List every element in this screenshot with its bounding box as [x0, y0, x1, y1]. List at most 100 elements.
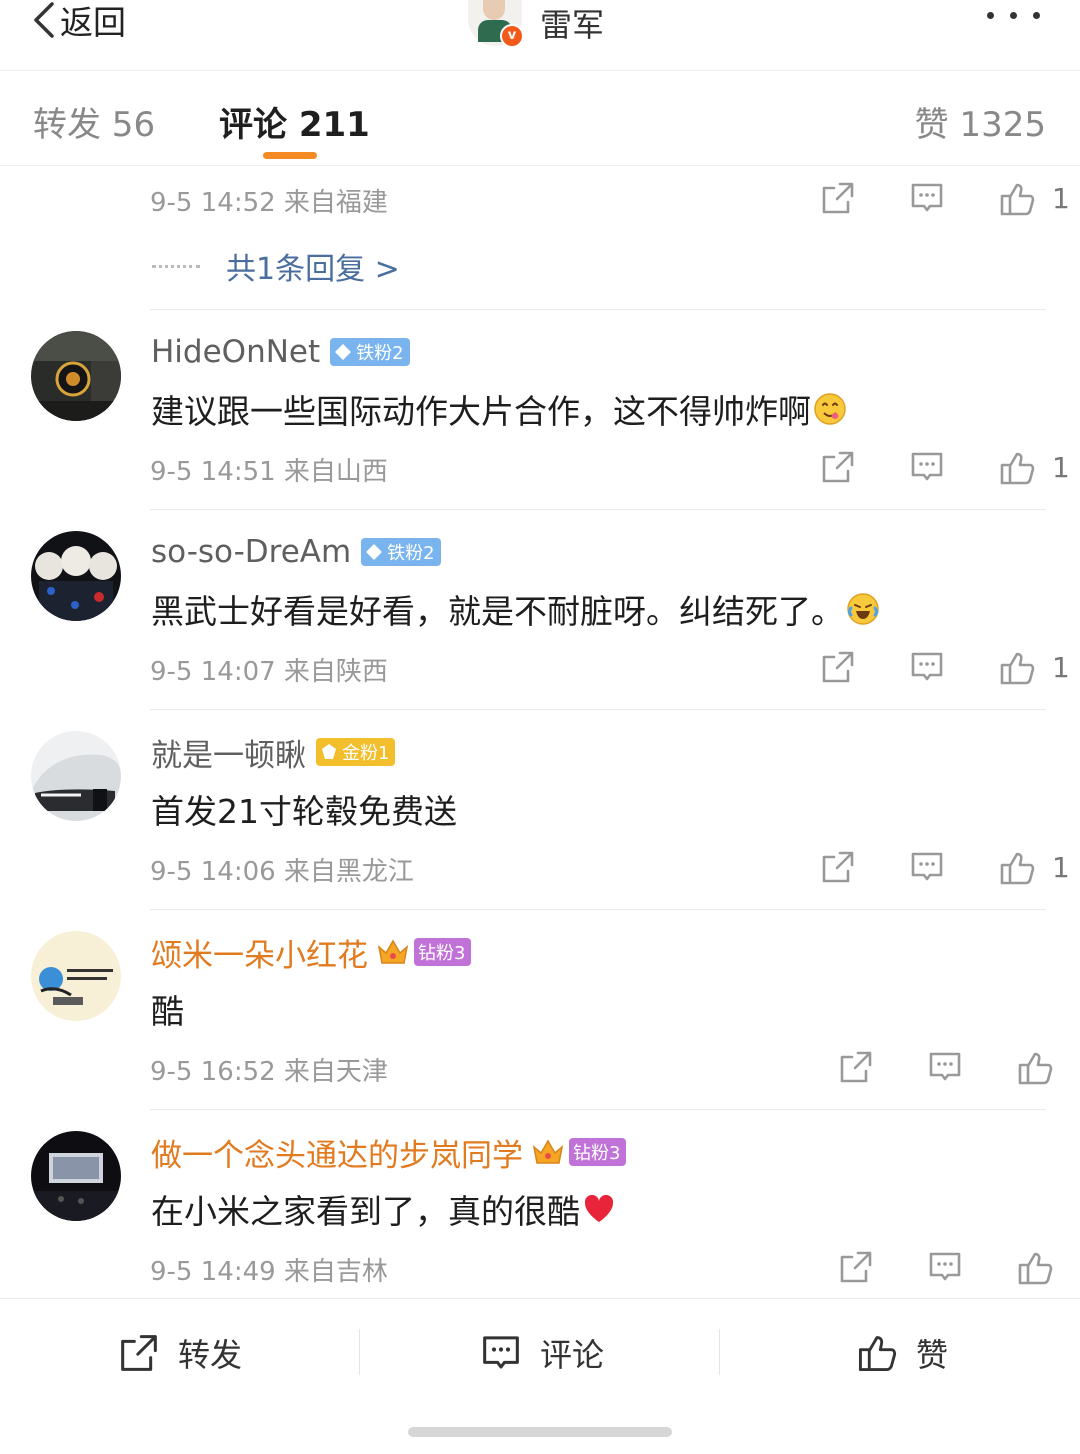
like-button[interactable]: 赞	[856, 1329, 948, 1377]
thumbs-up-icon[interactable]	[998, 649, 1038, 689]
repost-label: 转发	[178, 1336, 243, 1374]
username-row: so-so-DreAm 铁粉2	[151, 529, 441, 575]
avatar[interactable]	[31, 1131, 121, 1221]
avatar[interactable]: v	[468, 0, 524, 48]
avatar[interactable]	[31, 331, 121, 421]
like-count: 1	[1052, 651, 1070, 684]
share-icon[interactable]	[838, 1249, 878, 1289]
username[interactable]: 就是一顿瞅	[151, 730, 306, 775]
fan-badge: 钻粉3	[414, 938, 472, 966]
author-name: 雷军	[540, 6, 605, 44]
chevron-left-icon	[34, 2, 54, 38]
comment-time-location: 9-5 14:49 来自吉林	[150, 1257, 388, 1287]
dotted-divider	[152, 264, 200, 268]
fan-badge: 铁粉2	[330, 338, 410, 366]
username-row: 做一个念头通达的步岚同学 钻粉3	[151, 1129, 627, 1175]
gold-gem-icon	[322, 744, 336, 759]
thumbs-up-icon[interactable]	[998, 180, 1038, 220]
username[interactable]: HideOnNet	[151, 334, 320, 370]
comment-item: HideOnNet 铁粉2 建议跟一些国际动作大片合作，这不得帅炸啊 9-5 1…	[0, 309, 1080, 509]
comment-text-row: 在小米之家看到了，真的很酷	[151, 1185, 616, 1233]
comment-button[interactable]: 评论	[480, 1329, 604, 1377]
top-navigation-bar: 返回 v 雷军	[0, 0, 1080, 71]
fan-badge: 铁粉2	[361, 538, 441, 566]
username[interactable]: 做一个念头通达的步岚同学	[151, 1130, 523, 1175]
comment-icon[interactable]	[927, 1249, 967, 1289]
laugh-cry-emoji-icon	[847, 593, 879, 625]
username-row: 颂米一朵小红花 钻粉3	[151, 929, 472, 975]
diamond-icon	[366, 544, 383, 560]
comment-meta: 9-5 14:51 来自山西 1	[150, 449, 1070, 489]
tab-likes[interactable]: 赞 1325	[915, 97, 1046, 146]
username-row: 就是一顿瞅 金粉1	[151, 729, 396, 775]
reply-link[interactable]: 共1条回复 >	[152, 244, 400, 288]
reply-count-link[interactable]: 共1条回复 >	[226, 244, 400, 288]
like-count: 1	[1052, 451, 1070, 484]
diamond-icon	[335, 344, 352, 360]
back-button[interactable]: 返回	[30, 0, 126, 42]
comment-text: 在小米之家看到了，真的很酷	[151, 1192, 580, 1231]
comment-icon[interactable]	[909, 649, 949, 689]
comment-text: 建议跟一些国际动作大片合作，这不得帅炸啊	[151, 392, 811, 431]
divider	[150, 1109, 1046, 1110]
comment-text: 黑武士好看是好看，就是不耐脏呀。纠结死了。	[151, 592, 844, 631]
share-icon[interactable]	[820, 649, 860, 689]
home-indicator[interactable]	[408, 1427, 672, 1437]
share-icon	[121, 1335, 157, 1371]
like-count: 1	[1052, 851, 1070, 884]
comment-text-row: 黑武士好看是好看，就是不耐脏呀。纠结死了。	[151, 585, 880, 633]
comment-time-location: 9-5 16:52 来自天津	[150, 1057, 388, 1087]
fan-badge: 钻粉3	[569, 1138, 627, 1166]
share-icon[interactable]	[820, 849, 860, 889]
tab-repost[interactable]: 转发 56	[33, 97, 155, 146]
tab-comments[interactable]: 评论 211	[219, 97, 370, 146]
avatar[interactable]	[31, 931, 121, 1021]
like-count: 1	[1052, 182, 1070, 215]
divider	[150, 909, 1046, 910]
thumbs-up-icon[interactable]	[1016, 1049, 1056, 1089]
comment-icon[interactable]	[909, 180, 949, 220]
comment-time-location: 9-5 14:07 来自陕西	[150, 657, 388, 687]
thumbs-up-icon[interactable]	[998, 849, 1038, 889]
comment-icon[interactable]	[909, 449, 949, 489]
avatar[interactable]	[31, 531, 121, 621]
repost-button[interactable]: 转发	[118, 1329, 242, 1377]
comment-text-row: 酷	[151, 985, 184, 1033]
share-icon[interactable]	[820, 180, 860, 220]
comment-actions	[786, 1249, 1053, 1289]
thumbs-up-icon[interactable]	[998, 449, 1038, 489]
comment-icon[interactable]	[927, 1049, 967, 1089]
share-icon[interactable]	[820, 449, 860, 489]
divider	[150, 309, 1046, 310]
username-row: HideOnNet 铁粉2	[151, 329, 410, 375]
crown-icon	[532, 1139, 564, 1164]
separator	[719, 1329, 720, 1375]
comment-actions	[786, 1049, 1053, 1089]
comment-item: 做一个念头通达的步岚同学 钻粉3 在小米之家看到了，真的很酷 9-5 14:49…	[0, 1109, 1080, 1309]
comment-icon[interactable]	[909, 849, 949, 889]
comment-text: 酷	[151, 992, 184, 1031]
comment-meta: 9-5 14:52 来自福建 1	[150, 180, 1070, 220]
post-author[interactable]: v 雷军	[468, 0, 605, 48]
username[interactable]: 颂米一朵小红花	[151, 930, 368, 975]
comment-item: 9-5 14:52 来自福建 1 共1条回复 >	[0, 166, 1080, 309]
comment-actions: 1	[786, 449, 1070, 489]
comment-time-location: 9-5 14:52 来自福建	[150, 188, 388, 218]
comment-item: 就是一顿瞅 金粉1 首发21寸轮毂免费送 9-5 14:06 来自黑龙江 1	[0, 709, 1080, 909]
verified-badge-icon: v	[500, 24, 524, 48]
bottom-action-bar: 转发 评论 赞	[0, 1298, 1080, 1454]
avatar[interactable]	[31, 731, 121, 821]
like-label: 赞	[916, 1336, 949, 1374]
comment-meta: 9-5 14:49 来自吉林	[150, 1249, 1053, 1289]
more-dots-icon[interactable]	[987, 12, 1040, 19]
share-icon[interactable]	[838, 1049, 878, 1089]
thumbs-up-icon[interactable]	[1016, 1249, 1056, 1289]
comment-text-row: 建议跟一些国际动作大片合作，这不得帅炸啊	[151, 385, 847, 433]
divider	[150, 509, 1046, 510]
comment-actions: 1	[786, 849, 1070, 889]
comment-item: 颂米一朵小红花 钻粉3 酷 9-5 16:52 来自天津	[0, 909, 1080, 1109]
comment-time-location: 9-5 14:06 来自黑龙江	[150, 857, 414, 887]
yum-emoji-icon	[814, 393, 846, 425]
username[interactable]: so-so-DreAm	[151, 534, 351, 570]
fan-badge: 金粉1	[316, 738, 396, 766]
